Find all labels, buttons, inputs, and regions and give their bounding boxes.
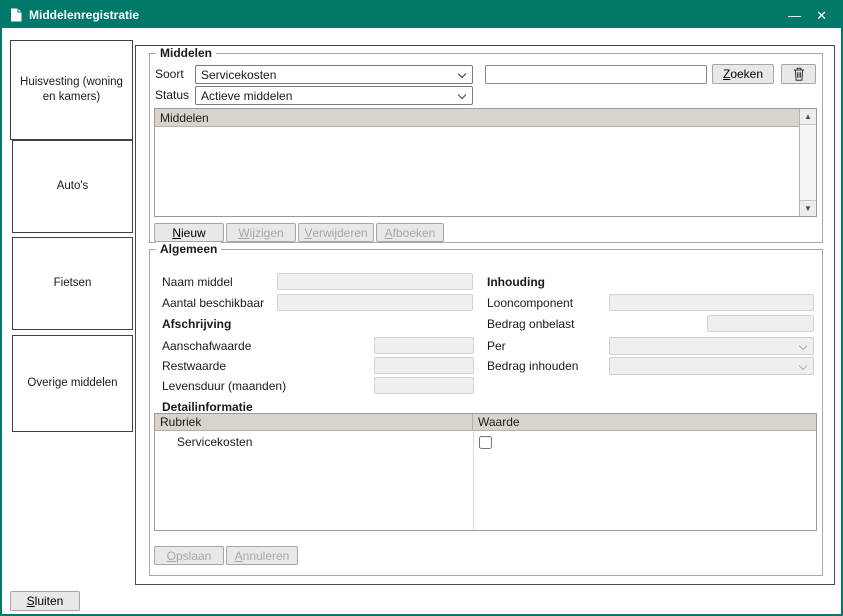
chevron-down-icon <box>799 362 807 370</box>
table-row[interactable]: Servicekosten <box>155 431 816 453</box>
naam-middel-input[interactable] <box>277 273 473 290</box>
middelen-list-header: Middelen <box>155 109 799 127</box>
wijzigen-button[interactable]: Wijzigen <box>226 223 296 242</box>
middelen-list[interactable]: Middelen ▲ ▼ <box>154 108 817 217</box>
servicekosten-checkbox[interactable] <box>479 436 492 449</box>
afboeken-button[interactable]: Afboeken <box>376 223 444 242</box>
levensduur-label: Levensduur (maanden) <box>162 379 286 393</box>
detail-table-body: Servicekosten <box>155 431 816 530</box>
waarde-cell <box>473 436 816 449</box>
column-header-rubriek: Rubriek <box>155 414 473 430</box>
looncomponent-input[interactable] <box>609 294 814 311</box>
tab-overige-middelen[interactable]: Overige middelen <box>12 335 133 432</box>
restwaarde-label: Restwaarde <box>162 359 226 373</box>
minimize-button[interactable]: — <box>784 7 805 24</box>
tab-fietsen[interactable]: Fietsen <box>12 237 133 330</box>
window-title: Middelenregistratie <box>29 8 139 22</box>
status-label: Status <box>155 88 189 102</box>
soort-select[interactable]: Servicekosten <box>195 65 473 84</box>
column-divider <box>473 431 474 530</box>
chevron-down-icon <box>799 342 807 350</box>
bedrag-onbelast-input[interactable] <box>707 315 814 332</box>
status-select-value: Actieve middelen <box>201 89 292 103</box>
nieuw-button[interactable]: Nieuw <box>154 223 224 242</box>
window-body: Huisvesting (woning en kamers) Auto's Fi… <box>2 28 841 614</box>
status-select[interactable]: Actieve middelen <box>195 86 473 105</box>
scroll-down-icon[interactable]: ▼ <box>800 200 816 216</box>
annuleren-button[interactable]: Annuleren <box>226 546 298 565</box>
aantal-beschikbaar-label: Aantal beschikbaar <box>162 296 264 310</box>
middelen-group-label: Middelen <box>156 46 216 60</box>
inhouding-header: Inhouding <box>487 275 545 289</box>
trash-button[interactable] <box>781 64 816 84</box>
tab-autos-label: Auto's <box>57 179 89 194</box>
soort-label: Soort <box>155 67 184 81</box>
detail-table-header: Rubriek Waarde <box>155 414 816 431</box>
middelen-group: Middelen Soort Servicekosten Zoeken Stat… <box>149 53 823 243</box>
vertical-scrollbar[interactable]: ▲ ▼ <box>799 109 816 216</box>
detailinformatie-header: Detailinformatie <box>162 400 253 414</box>
verwijderen-button[interactable]: Verwijderen <box>298 223 374 242</box>
afschrijving-header: Afschrijving <box>162 317 231 331</box>
detail-table: Rubriek Waarde Servicekosten <box>154 413 817 531</box>
chevron-down-icon <box>458 70 466 78</box>
per-label: Per <box>487 339 506 353</box>
tab-huisvesting[interactable]: Huisvesting (woning en kamers) <box>10 40 133 140</box>
chevron-down-icon <box>458 91 466 99</box>
soort-select-value: Servicekosten <box>201 68 276 82</box>
close-button[interactable]: ✕ <box>812 7 831 24</box>
scroll-up-icon[interactable]: ▲ <box>800 109 816 125</box>
tab-fietsen-label: Fietsen <box>54 276 92 291</box>
naam-middel-label: Naam middel <box>162 275 233 289</box>
opslaan-button[interactable]: Opslaan <box>154 546 224 565</box>
bedrag-onbelast-label: Bedrag onbelast <box>487 317 574 331</box>
levensduur-input[interactable] <box>374 377 474 394</box>
trash-icon <box>793 67 805 81</box>
tab-overige-middelen-label: Overige middelen <box>27 376 117 391</box>
middelenregistratie-window: Middelenregistratie — ✕ Huisvesting (won… <box>0 0 843 616</box>
bedrag-inhouden-select[interactable] <box>609 357 814 375</box>
restwaarde-input[interactable] <box>374 357 474 374</box>
looncomponent-label: Looncomponent <box>487 296 573 310</box>
titlebar: Middelenregistratie — ✕ <box>2 2 841 28</box>
bedrag-inhouden-label: Bedrag inhouden <box>487 359 578 373</box>
content-panel: Middelen Soort Servicekosten Zoeken Stat… <box>135 45 835 585</box>
algemeen-group-label: Algemeen <box>156 242 221 256</box>
aantal-beschikbaar-input[interactable] <box>277 294 473 311</box>
search-input[interactable] <box>485 65 707 84</box>
sluiten-button[interactable]: Sluiten <box>10 591 80 611</box>
tab-autos[interactable]: Auto's <box>12 140 133 233</box>
column-header-waarde: Waarde <box>473 414 816 430</box>
tab-huisvesting-label: Huisvesting (woning en kamers) <box>13 75 130 105</box>
rubriek-cell: Servicekosten <box>155 435 473 449</box>
algemeen-group: Algemeen Naam middel Aantal beschikbaar … <box>149 249 823 576</box>
document-icon <box>10 8 22 22</box>
per-select[interactable] <box>609 337 814 355</box>
zoeken-button[interactable]: Zoeken <box>712 64 774 84</box>
aanschafwaarde-label: Aanschafwaarde <box>162 339 251 353</box>
aanschafwaarde-input[interactable] <box>374 337 474 354</box>
